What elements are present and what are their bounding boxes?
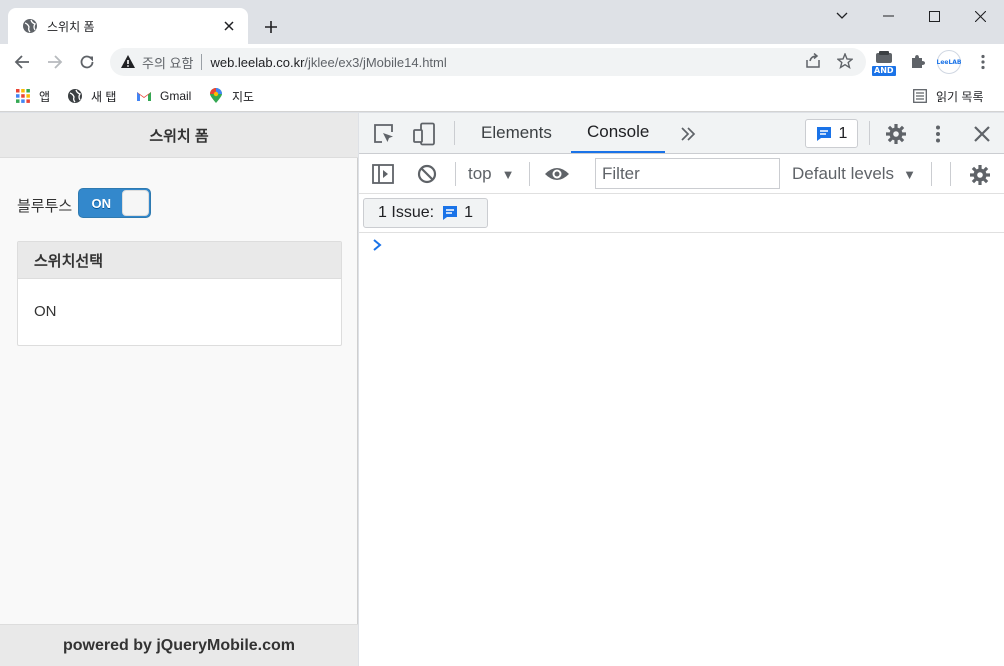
leelab-extension-icon[interactable]: LeeLAB: [937, 50, 962, 74]
divider: [454, 121, 455, 145]
issues-bar-label: 1 Issue:: [378, 204, 435, 221]
apps-grid-icon: [15, 88, 31, 104]
bookmark-star-icon[interactable]: [834, 50, 856, 72]
browser-toolbar: 주의 요함 web.leelab.co.kr/jklee/ex3/jMobile…: [0, 44, 1004, 80]
page-header: 스위치 폼: [0, 113, 358, 158]
tab-title: 스위치 폼: [47, 19, 95, 34]
issues-button[interactable]: 1 Issue: 1: [363, 198, 488, 228]
divider: [869, 121, 870, 145]
context-label: top: [468, 164, 492, 183]
window-close-icon[interactable]: [957, 0, 1003, 32]
new-tab-icon[interactable]: [259, 15, 283, 39]
bookmarks-bar: 앱 새 탭 Gmail 지도 읽기 목록: [0, 80, 1004, 112]
divider: [529, 162, 530, 186]
forward-icon[interactable]: [41, 48, 69, 76]
devtools-panel: Elements Console 1 top ▼ Filter Default …: [359, 113, 1004, 666]
bookmark-label: 새 탭: [91, 89, 117, 104]
browser-tab[interactable]: 스위치 폼: [8, 8, 248, 44]
switch-handle[interactable]: [122, 190, 150, 216]
address-bar[interactable]: 주의 요함 web.leelab.co.kr/jklee/ex3/jMobile…: [110, 48, 866, 76]
security-label[interactable]: 주의 요함: [142, 53, 193, 72]
dropdown-arrow-icon: ▼: [903, 166, 916, 182]
url-path: /jklee/ex3/jMobile14.html: [304, 54, 447, 70]
maps-pin-icon: [208, 88, 224, 104]
switch-on-label: ON: [91, 195, 111, 211]
tab-search-icon[interactable]: [819, 0, 865, 32]
and-extension-icon[interactable]: AND: [872, 50, 898, 76]
clear-console-icon[interactable]: [415, 162, 439, 186]
console-filter-input-box[interactable]: [595, 158, 780, 189]
divider: [950, 162, 951, 186]
console-toolbar: top ▼ Default levels ▼: [359, 154, 1004, 194]
url-text[interactable]: web.leelab.co.kr/jklee/ex3/jMobile14.htm…: [210, 55, 446, 70]
bluetooth-flip-switch[interactable]: ON: [78, 188, 152, 218]
bookmark-apps[interactable]: 앱: [15, 86, 50, 106]
console-settings-gear-icon[interactable]: [967, 162, 993, 188]
console-prompt-chevron-icon[interactable]: [372, 239, 386, 253]
bookmark-label: 지도: [232, 89, 255, 104]
issue-message-icon: [816, 126, 831, 141]
bluetooth-field: 블루투스 ON: [17, 188, 152, 218]
globe-icon: [23, 19, 37, 33]
and-badge: AND: [872, 66, 896, 76]
settings-gear-icon[interactable]: [883, 121, 909, 147]
url-host: web.leelab.co.kr: [210, 54, 305, 70]
issues-count: 1: [838, 124, 848, 142]
issues-counter-button[interactable]: 1: [805, 119, 858, 148]
sidebar-toggle-icon[interactable]: [371, 162, 395, 186]
live-expression-eye-icon[interactable]: [543, 162, 571, 186]
tab-close-icon[interactable]: [220, 17, 238, 35]
bookmark-new-tab[interactable]: 새 탭: [67, 86, 116, 106]
dropdown-arrow-icon: ▼: [501, 166, 515, 182]
reading-list-icon: [912, 88, 928, 104]
reading-list[interactable]: 읽기 목록: [912, 86, 984, 106]
share-icon[interactable]: [802, 50, 824, 72]
inspect-element-icon[interactable]: [371, 121, 397, 147]
switch-select-collapsible: 스위치선택 ON: [17, 241, 342, 346]
issues-bar-count: 1: [464, 204, 473, 221]
bookmark-gmail[interactable]: Gmail: [136, 86, 191, 106]
issue-message-icon: [443, 206, 458, 220]
extensions-puzzle-icon[interactable]: [903, 48, 931, 76]
log-levels-selector[interactable]: Default levels ▼: [792, 162, 916, 186]
reading-list-label: 읽기 목록: [936, 89, 984, 104]
context-selector[interactable]: top ▼: [468, 162, 515, 186]
collapsible-content: ON: [34, 303, 57, 320]
maximize-icon[interactable]: [911, 0, 957, 32]
bookmark-maps[interactable]: 지도: [208, 86, 254, 106]
devtools-tabbar: Elements Console 1: [359, 113, 1004, 154]
filter-input[interactable]: [602, 163, 779, 184]
bookmark-label: Gmail: [160, 89, 192, 103]
tab-console[interactable]: Console: [571, 113, 666, 153]
collapsible-header[interactable]: 스위치선택: [18, 242, 341, 279]
reload-icon[interactable]: [73, 48, 101, 76]
close-devtools-icon[interactable]: [970, 122, 994, 146]
divider: [455, 162, 456, 186]
divider: [931, 162, 932, 186]
back-icon[interactable]: [8, 48, 36, 76]
more-tabs-chevron-icon[interactable]: [677, 123, 699, 145]
more-options-icon[interactable]: [925, 121, 951, 147]
warning-icon[interactable]: [120, 54, 136, 70]
device-toolbar-icon[interactable]: [411, 121, 437, 147]
gmail-icon: [136, 88, 152, 104]
bookmark-label: 앱: [39, 89, 51, 104]
tab-elements[interactable]: Elements: [465, 113, 568, 153]
globe-icon: [67, 88, 83, 104]
tab-strip: 스위치 폼: [0, 0, 1004, 44]
chrome-menu-icon[interactable]: [969, 48, 997, 76]
levels-label: Default levels: [792, 164, 895, 183]
omnibox-divider: [201, 54, 203, 70]
bluetooth-label: 블루투스: [17, 198, 73, 215]
issues-bar: 1 Issue: 1: [359, 194, 1004, 233]
page-viewport: 스위치 폼 블루투스 ON 스위치선택 ON powered by jQuery…: [0, 113, 358, 666]
page-footer: powered by jQueryMobile.com: [0, 624, 358, 666]
minimize-icon[interactable]: [865, 0, 911, 32]
